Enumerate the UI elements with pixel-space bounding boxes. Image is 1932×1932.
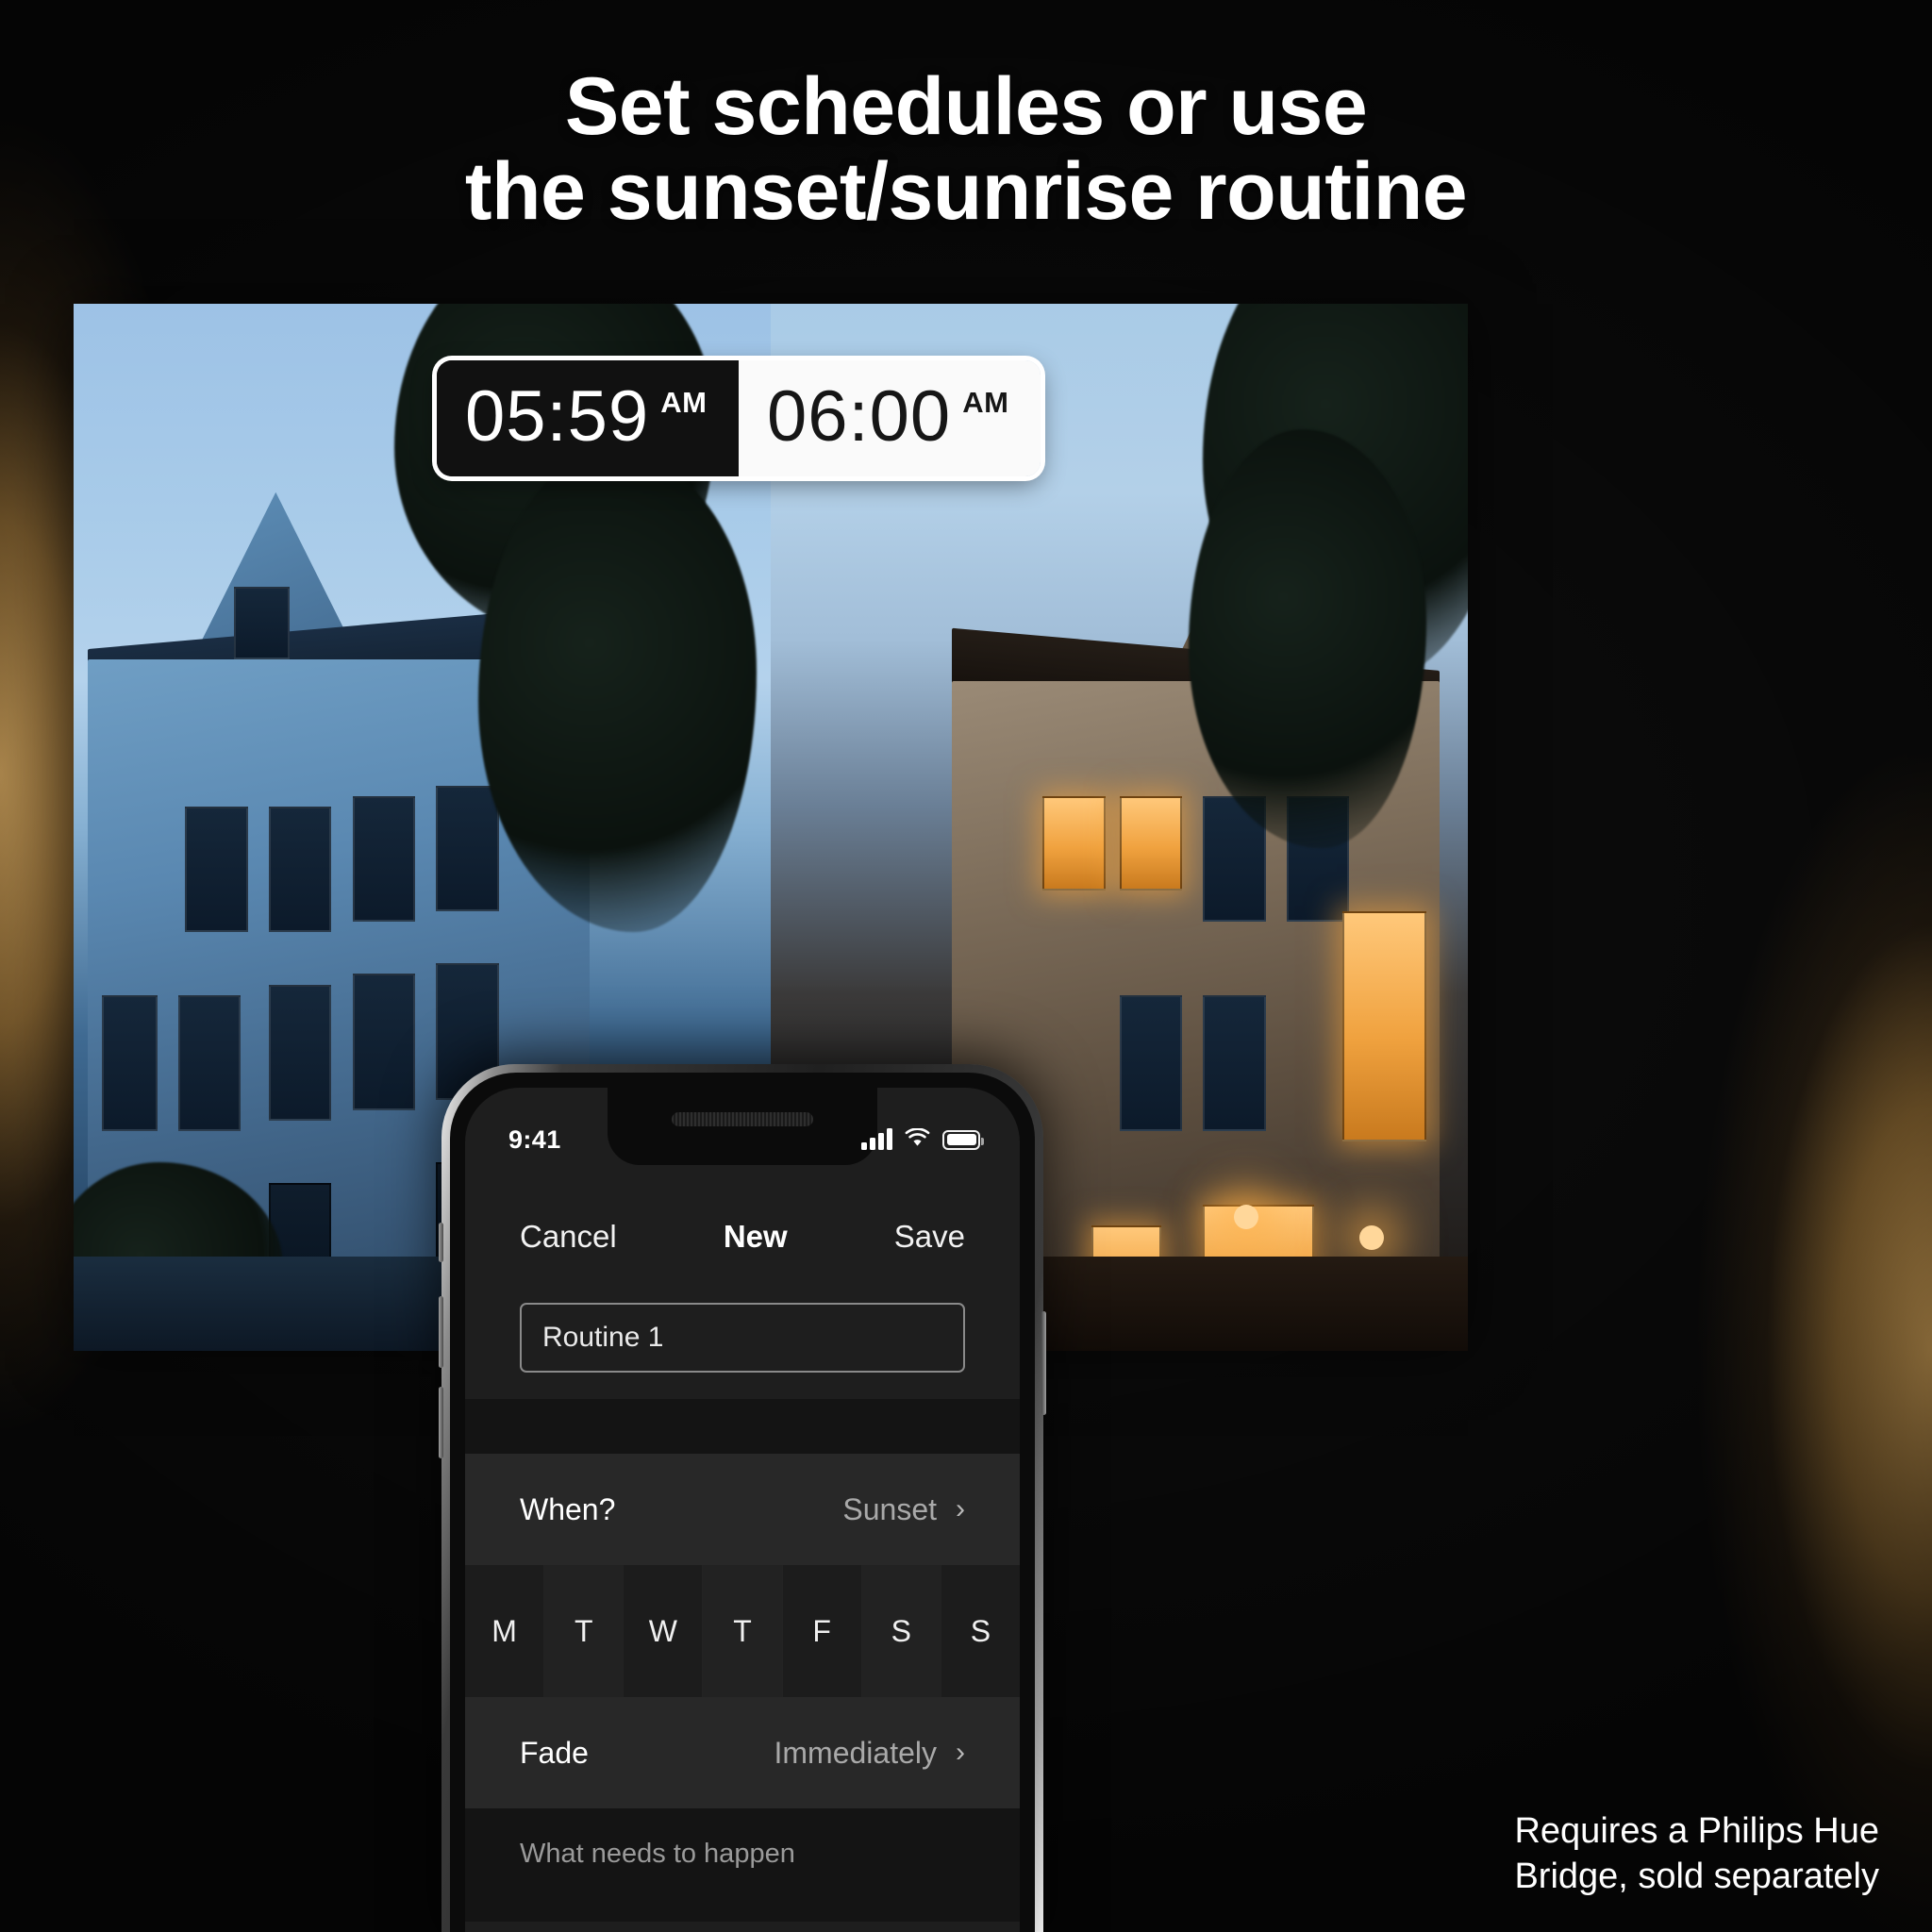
ambient-glow-right <box>1621 0 1932 1932</box>
wall-lamp <box>1234 1204 1259 1229</box>
section-spacer <box>465 1399 1020 1454</box>
modal-nav-bar: Cancel New Save <box>465 1191 1020 1282</box>
status-bar-time: 9:41 <box>508 1124 561 1154</box>
battery-icon <box>942 1129 984 1150</box>
phone-bezel: 9:41 Cancel New Save Routine 1 When? Sun… <box>450 1073 1035 1932</box>
window-lit <box>1119 795 1183 891</box>
time-after-meridiem: AM <box>962 386 1009 419</box>
headline-line-2: the sunset/sunrise routine <box>464 146 1468 238</box>
window <box>1203 994 1266 1131</box>
routine-name-input[interactable]: Routine 1 <box>520 1303 965 1373</box>
weekday-tuesday[interactable]: T <box>544 1565 625 1697</box>
window <box>436 785 499 911</box>
phone-screen: 9:41 Cancel New Save Routine 1 When? Sun… <box>465 1088 1020 1932</box>
status-bar-icons <box>861 1126 984 1152</box>
volume-up-button[interactable] <box>439 1296 443 1368</box>
weekday-saturday[interactable]: S <box>861 1565 941 1697</box>
fade-value-group: Immediately › <box>774 1736 966 1771</box>
window <box>1119 994 1183 1131</box>
window <box>268 984 332 1121</box>
page-title: Set schedules or use the sunset/sunrise … <box>0 64 1932 235</box>
when-value: Sunset <box>842 1491 937 1526</box>
window <box>101 994 158 1131</box>
fade-value: Immediately <box>774 1735 938 1770</box>
when-value-group: Sunset › <box>842 1492 965 1527</box>
fade-row[interactable]: Fade Immediately › <box>465 1697 1020 1808</box>
when-row[interactable]: When? Sunset › <box>465 1454 1020 1565</box>
cancel-button[interactable]: Cancel <box>520 1219 617 1255</box>
fade-label: Fade <box>520 1735 589 1770</box>
disclaimer-line-2: Bridge, sold separately <box>1514 1857 1879 1897</box>
window-lit <box>1342 910 1426 1141</box>
weekday-thursday[interactable]: T <box>703 1565 783 1697</box>
window <box>352 795 416 922</box>
section-footer-label: What needs to happen <box>465 1808 1020 1922</box>
power-button[interactable] <box>1041 1311 1046 1415</box>
weekday-friday[interactable]: F <box>783 1565 862 1697</box>
phone-mockup: 9:41 Cancel New Save Routine 1 When? Sun… <box>439 1064 1046 1932</box>
headline-line-1: Set schedules or use <box>564 61 1368 152</box>
disclaimer-text: Requires a Philips Hue Bridge, sold sepa… <box>1514 1808 1879 1900</box>
window <box>268 806 332 932</box>
chevron-right-icon: › <box>956 1493 965 1524</box>
window <box>185 806 248 932</box>
time-after-value: 06:00 <box>767 376 952 457</box>
silent-switch[interactable] <box>439 1223 443 1262</box>
time-comparison-badges: 05:59 AM 06:00 AM <box>437 360 1041 476</box>
status-bar: 9:41 <box>465 1088 1020 1167</box>
save-button[interactable]: Save <box>894 1219 965 1255</box>
disclaimer-line-1: Requires a Philips Hue <box>1514 1810 1879 1851</box>
time-before-value: 05:59 <box>465 376 650 457</box>
tree-foliage <box>1189 429 1426 849</box>
screen-title: New <box>723 1219 788 1254</box>
window <box>233 586 291 660</box>
when-label: When? <box>520 1491 616 1526</box>
promo-canvas: Set schedules or use the sunset/sunrise … <box>0 0 1932 1932</box>
time-badge-before: 05:59 AM <box>437 360 739 476</box>
signal-icon <box>861 1128 892 1150</box>
window <box>177 994 242 1131</box>
weekday-selector[interactable]: M T W T F S S <box>465 1565 1020 1697</box>
wall-lamp <box>1359 1224 1385 1250</box>
weekday-wednesday[interactable]: W <box>624 1565 704 1697</box>
phone-frame: 9:41 Cancel New Save Routine 1 When? Sun… <box>439 1064 1046 1932</box>
weekday-sunday[interactable]: S <box>941 1565 1020 1697</box>
time-badge-after: 06:00 AM <box>739 360 1041 476</box>
wifi-icon <box>905 1126 930 1152</box>
weekday-monday[interactable]: M <box>465 1565 545 1697</box>
volume-down-button[interactable] <box>439 1387 443 1458</box>
chevron-right-icon: › <box>956 1737 965 1768</box>
time-before-meridiem: AM <box>660 386 708 419</box>
window-lit <box>1042 795 1106 891</box>
window <box>352 974 416 1110</box>
